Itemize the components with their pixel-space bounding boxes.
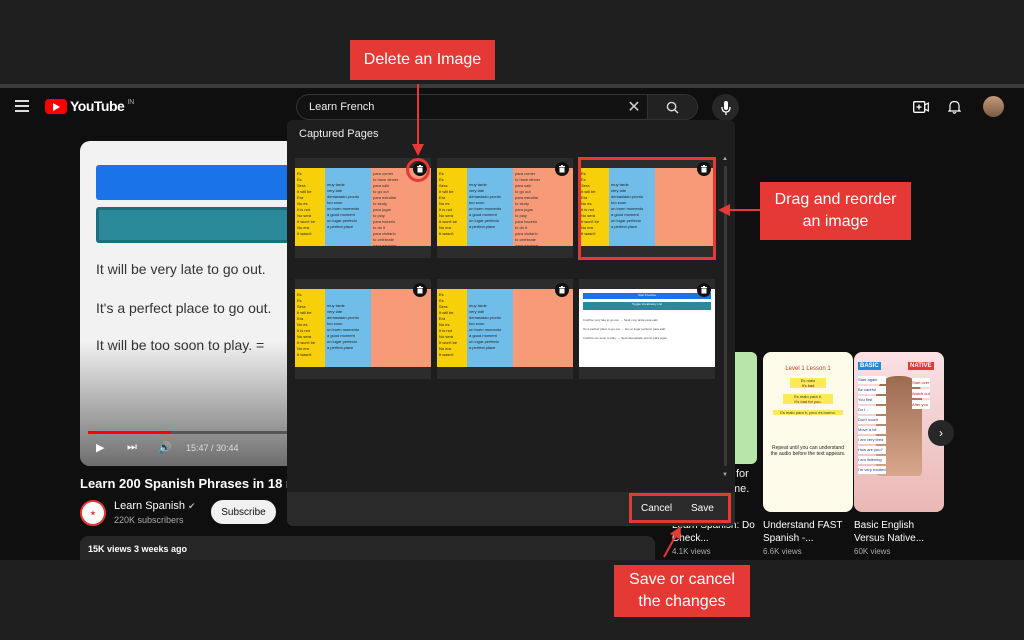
callout-save: Save or cancel the changes [614,565,750,617]
callout-delete: Delete an Image [350,40,495,80]
annotation-arrows [412,84,760,558]
callout-drag: Drag and reorder an image [760,182,911,240]
